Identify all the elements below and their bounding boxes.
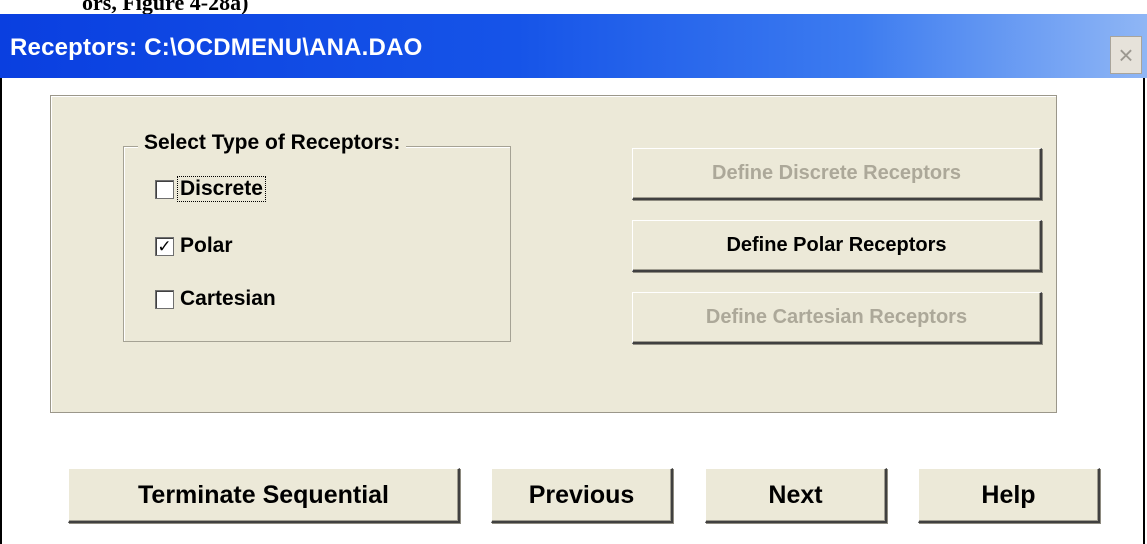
window-title: Receptors: C:\OCDMENU\ANA.DAO [10, 34, 423, 61]
close-button[interactable]: × [1110, 36, 1142, 74]
define-polar-receptors-button[interactable]: Define Polar Receptors [632, 220, 1042, 272]
terminate-sequential-button[interactable]: Terminate Sequential [68, 468, 460, 523]
close-icon: × [1118, 40, 1134, 70]
previous-button[interactable]: Previous [491, 468, 673, 523]
document-caption-fragment: ors, Figure 4-28a) [0, 0, 1147, 14]
caption-text: ors, Figure 4-28a) [82, 0, 249, 14]
discrete-option[interactable]: Discrete [155, 176, 266, 202]
polar-option[interactable]: ✓ Polar [155, 234, 235, 258]
polar-checkbox[interactable]: ✓ [155, 236, 174, 256]
title-bar[interactable]: Receptors: C:\OCDMENU\ANA.DAO × [0, 14, 1147, 78]
discrete-label[interactable]: Discrete [177, 176, 266, 202]
discrete-checkbox[interactable] [155, 179, 174, 199]
cartesian-option[interactable]: Cartesian [155, 287, 278, 311]
polar-label[interactable]: Polar [178, 234, 235, 258]
next-button[interactable]: Next [705, 468, 887, 523]
define-discrete-receptors-button[interactable]: Define Discrete Receptors [632, 148, 1042, 200]
cartesian-checkbox[interactable] [155, 289, 174, 309]
define-cartesian-receptors-button[interactable]: Define Cartesian Receptors [632, 292, 1042, 344]
receptor-type-legend: Select Type of Receptors: [138, 131, 407, 155]
help-button[interactable]: Help [918, 468, 1100, 523]
cartesian-label[interactable]: Cartesian [178, 287, 278, 311]
